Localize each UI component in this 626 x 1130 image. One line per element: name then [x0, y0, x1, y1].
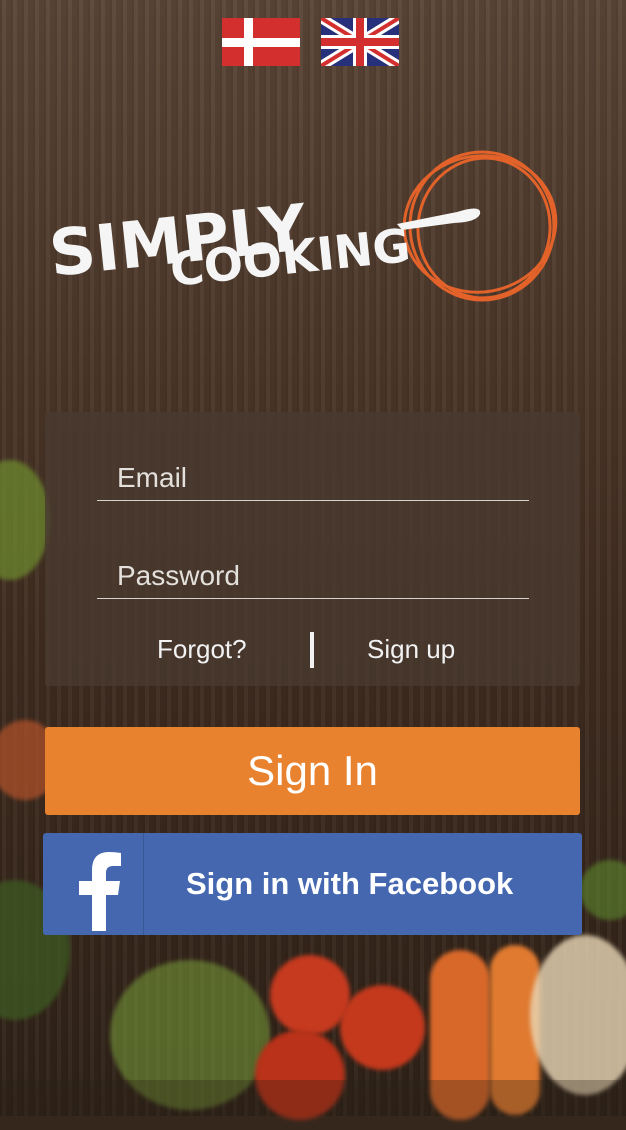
denmark-flag-icon[interactable]	[222, 18, 300, 66]
facebook-button-label: Sign in with Facebook	[186, 866, 514, 901]
auth-links: Forgot? Sign up	[45, 630, 580, 670]
forgot-password-link[interactable]: Forgot?	[157, 634, 247, 665]
password-input[interactable]	[97, 554, 529, 598]
login-form-panel: Forgot? Sign up	[45, 412, 580, 686]
sign-up-link[interactable]: Sign up	[367, 634, 455, 665]
links-divider	[310, 632, 314, 668]
simply-cooking-logo: SIMPLY COOKING	[46, 148, 567, 318]
facebook-sign-in-button[interactable]: Sign in with Facebook	[43, 833, 582, 935]
email-input[interactable]	[97, 456, 529, 500]
uk-flag-icon[interactable]	[321, 18, 399, 66]
password-field-wrapper	[97, 554, 529, 599]
sign-in-button[interactable]: Sign In	[45, 727, 580, 815]
facebook-icon	[43, 833, 144, 935]
email-field-wrapper	[97, 456, 529, 501]
